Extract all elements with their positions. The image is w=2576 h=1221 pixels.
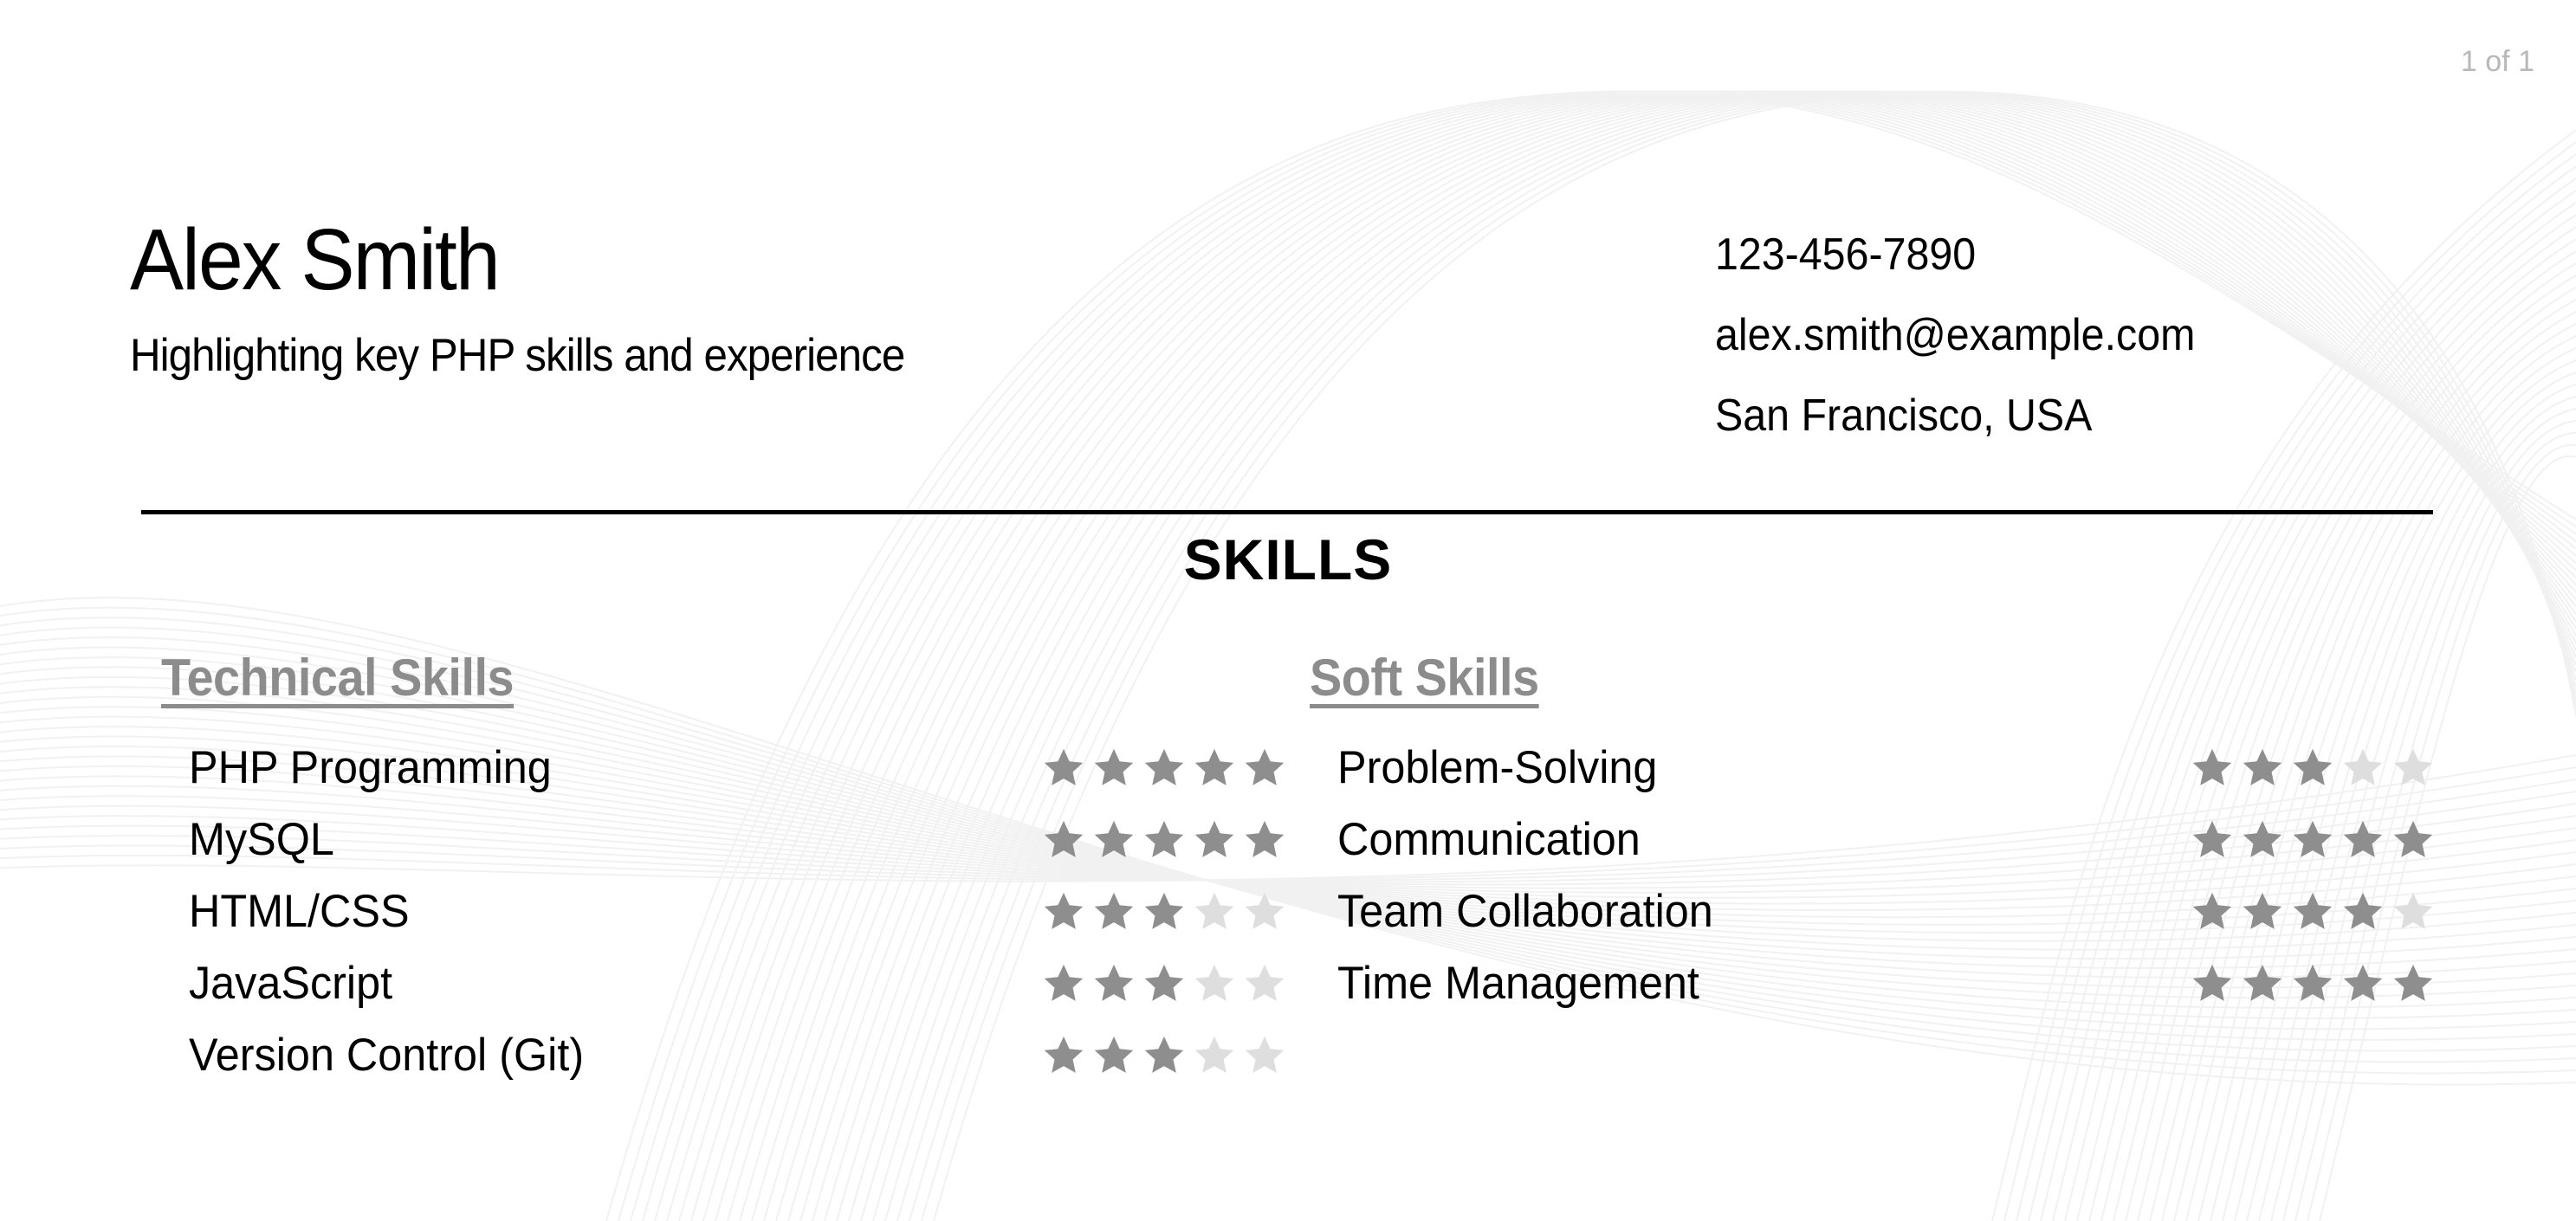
skill-row: Problem-Solving (1310, 732, 2436, 804)
star-filled-icon (1094, 964, 1134, 1001)
star-empty-icon (1245, 1036, 1285, 1073)
star-filled-icon (1044, 964, 1084, 1001)
skill-name: Communication (1337, 814, 1641, 865)
skill-row: Team Collaboration (1310, 875, 2436, 947)
skill-row: MySQL (161, 804, 1287, 875)
star-filled-icon (2293, 964, 2333, 1001)
star-empty-icon (1194, 964, 1234, 1001)
star-filled-icon (2393, 820, 2433, 857)
star-empty-icon (2393, 892, 2433, 929)
candidate-name: Alex Smith (130, 211, 501, 308)
star-rating (2190, 746, 2436, 791)
soft-skills-list: Problem-Solving Communication Team Collabo… (1310, 732, 2436, 1019)
star-filled-icon (1094, 748, 1134, 785)
star-filled-icon (1144, 892, 1184, 929)
star-filled-icon (1144, 964, 1184, 1001)
contact-phone: 123-456-7890 (1715, 229, 1977, 280)
star-filled-icon (2192, 748, 2232, 785)
star-rating (2190, 817, 2436, 862)
star-filled-icon (1044, 1036, 1084, 1073)
star-empty-icon (1194, 1036, 1234, 1073)
skill-name: HTML/CSS (189, 886, 410, 937)
skill-row: JavaScript (161, 947, 1287, 1019)
star-filled-icon (1194, 820, 1234, 857)
star-empty-icon (1194, 892, 1234, 929)
skill-name: Time Management (1337, 958, 1699, 1009)
star-filled-icon (1094, 892, 1134, 929)
star-filled-icon (1044, 892, 1084, 929)
star-rating (2190, 889, 2436, 934)
section-divider (141, 510, 2433, 514)
contact-email[interactable]: alex.smith@example.com (1715, 304, 2195, 384)
skill-row: PHP Programming (161, 732, 1287, 804)
skill-row: Communication (1310, 804, 2436, 875)
technical-skills-heading: Technical Skills (161, 649, 515, 707)
tagline: Highlighting key PHP skills and experien… (130, 330, 905, 381)
skill-name: Version Control (Git) (189, 1030, 585, 1081)
star-filled-icon (1144, 1036, 1184, 1073)
star-filled-icon (2343, 820, 2383, 857)
contact-info: 123-456-7890 alex.smith@example.com San … (1715, 223, 2231, 465)
soft-skills-column: Soft Skills Problem-Solving Communication… (1310, 648, 2436, 1019)
star-empty-icon (1245, 892, 1285, 929)
star-filled-icon (2192, 892, 2232, 929)
star-filled-icon (1245, 820, 1285, 857)
star-filled-icon (2293, 892, 2333, 929)
star-filled-icon (2343, 892, 2383, 929)
skill-row: HTML/CSS (161, 875, 1287, 947)
star-rating (1041, 746, 1287, 791)
star-filled-icon (1094, 1036, 1134, 1073)
skills-section-title: SKILLS (1183, 527, 1393, 591)
star-filled-icon (2293, 748, 2333, 785)
star-filled-icon (1194, 748, 1234, 785)
star-filled-icon (2243, 820, 2282, 857)
skill-name: PHP Programming (189, 742, 552, 793)
skill-name: Team Collaboration (1337, 886, 1713, 937)
star-rating (2190, 961, 2436, 1006)
star-rating (1041, 1033, 1287, 1078)
page-indicator: 1 of 1 (2460, 45, 2534, 78)
soft-skills-heading: Soft Skills (1310, 649, 1539, 707)
star-rating (1041, 961, 1287, 1006)
star-filled-icon (2343, 964, 2383, 1001)
skill-name: Problem-Solving (1337, 742, 1658, 793)
star-filled-icon (2243, 964, 2282, 1001)
star-filled-icon (1144, 820, 1184, 857)
skill-name: JavaScript (189, 958, 393, 1009)
star-filled-icon (1094, 820, 1134, 857)
star-empty-icon (2393, 748, 2433, 785)
star-filled-icon (2192, 820, 2232, 857)
star-filled-icon (2243, 892, 2282, 929)
star-filled-icon (1144, 748, 1184, 785)
star-empty-icon (2343, 748, 2383, 785)
star-empty-icon (1245, 964, 1285, 1001)
skill-name: MySQL (189, 814, 334, 865)
skill-row: Time Management (1310, 947, 2436, 1019)
star-filled-icon (2243, 748, 2282, 785)
star-rating (1041, 817, 1287, 862)
star-filled-icon (1245, 748, 1285, 785)
star-filled-icon (1044, 820, 1084, 857)
star-filled-icon (1044, 748, 1084, 785)
star-filled-icon (2192, 964, 2232, 1001)
contact-location: San Francisco, USA (1715, 391, 2093, 441)
star-filled-icon (2393, 964, 2433, 1001)
resume-header: Alex Smith Highlighting key PHP skills a… (130, 216, 963, 382)
technical-skills-column: Technical Skills PHP Programming MySQL HTM… (161, 648, 1287, 1091)
star-filled-icon (2293, 820, 2333, 857)
technical-skills-list: PHP Programming MySQL HTML/CSS JavaScript Ve… (161, 732, 1287, 1091)
skill-row: Version Control (Git) (161, 1019, 1287, 1091)
star-rating (1041, 889, 1287, 934)
